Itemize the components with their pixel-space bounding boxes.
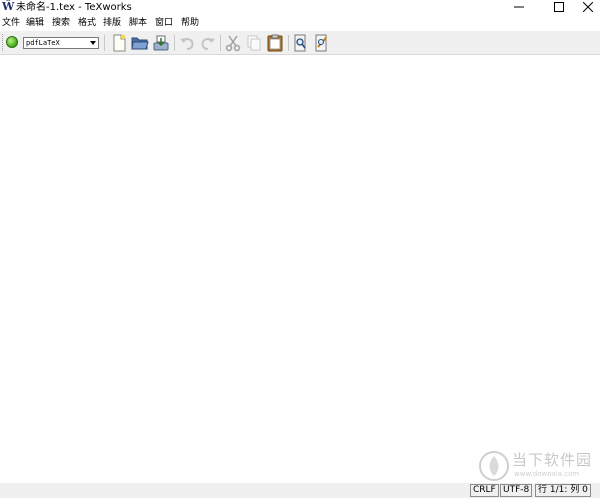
menu-edit[interactable]: 编辑 bbox=[26, 17, 44, 29]
paste-icon bbox=[267, 34, 283, 52]
copy-button[interactable] bbox=[245, 34, 263, 52]
cursor-position: 行 1/1: 列 0 bbox=[535, 484, 591, 497]
menu-scripts[interactable]: 脚本 bbox=[129, 17, 147, 29]
replace-button[interactable] bbox=[313, 34, 331, 52]
menu-format[interactable]: 格式 bbox=[78, 17, 96, 29]
find-icon bbox=[294, 34, 306, 52]
engine-value: pdfLaTeX bbox=[26, 39, 60, 47]
close-icon bbox=[583, 2, 593, 12]
toolbar-grip[interactable] bbox=[2, 34, 5, 51]
watermark: 当下软件园 www.downxia.com bbox=[478, 450, 598, 482]
copy-icon bbox=[247, 35, 261, 51]
maximize-icon bbox=[554, 2, 564, 12]
toolbar-separator bbox=[174, 35, 175, 51]
watermark-url: www.downxia.com bbox=[514, 470, 580, 478]
texworks-app-icon: Ŵ bbox=[2, 0, 15, 13]
toolbar: pdfLaTeX bbox=[0, 31, 600, 55]
downxia-logo-icon bbox=[479, 451, 509, 481]
status-bar: CRLF UTF-8 行 1/1: 列 0 bbox=[0, 483, 600, 498]
menu-file[interactable]: 文件 bbox=[2, 17, 20, 29]
replace-icon bbox=[315, 34, 327, 52]
open-file-icon bbox=[131, 37, 149, 50]
engine-select[interactable]: pdfLaTeX bbox=[23, 37, 99, 49]
toolbar-separator bbox=[104, 35, 105, 51]
new-file-button[interactable] bbox=[110, 34, 128, 52]
encoding-indicator[interactable]: UTF-8 bbox=[500, 484, 533, 497]
chevron-down-icon bbox=[90, 41, 96, 45]
paste-button[interactable] bbox=[266, 34, 284, 52]
maximize-button[interactable] bbox=[543, 0, 575, 14]
save-icon bbox=[153, 35, 169, 51]
line-ending-indicator[interactable]: CRLF bbox=[470, 484, 499, 497]
menu-help[interactable]: 帮助 bbox=[181, 17, 199, 29]
toolbar-separator bbox=[220, 35, 221, 51]
menu-bar: 文件 编辑 搜索 格式 排版 脚本 窗口 帮助 bbox=[0, 15, 600, 31]
window-title: 未命名-1.tex - TeXworks bbox=[16, 2, 132, 13]
redo-icon bbox=[201, 38, 215, 50]
minimize-button[interactable] bbox=[503, 0, 535, 14]
toolbar-separator bbox=[288, 35, 289, 51]
menu-search[interactable]: 搜索 bbox=[52, 17, 70, 29]
undo-icon bbox=[180, 38, 194, 50]
minimize-icon bbox=[514, 6, 524, 8]
new-file-icon bbox=[113, 34, 126, 52]
watermark-title: 当下软件园 bbox=[512, 451, 593, 469]
cut-icon bbox=[225, 35, 241, 52]
find-button[interactable] bbox=[292, 34, 310, 52]
save-button[interactable] bbox=[152, 34, 170, 52]
typeset-button[interactable] bbox=[6, 36, 18, 48]
open-file-button[interactable] bbox=[131, 34, 149, 52]
title-bar: Ŵ 未命名-1.tex - TeXworks bbox=[0, 0, 600, 15]
menu-typeset[interactable]: 排版 bbox=[103, 17, 121, 29]
close-button[interactable] bbox=[572, 0, 600, 14]
redo-button[interactable] bbox=[199, 34, 217, 52]
undo-button[interactable] bbox=[178, 34, 196, 52]
cut-button[interactable] bbox=[224, 34, 242, 52]
menu-window[interactable]: 窗口 bbox=[155, 17, 173, 29]
editor-area[interactable] bbox=[0, 55, 600, 483]
